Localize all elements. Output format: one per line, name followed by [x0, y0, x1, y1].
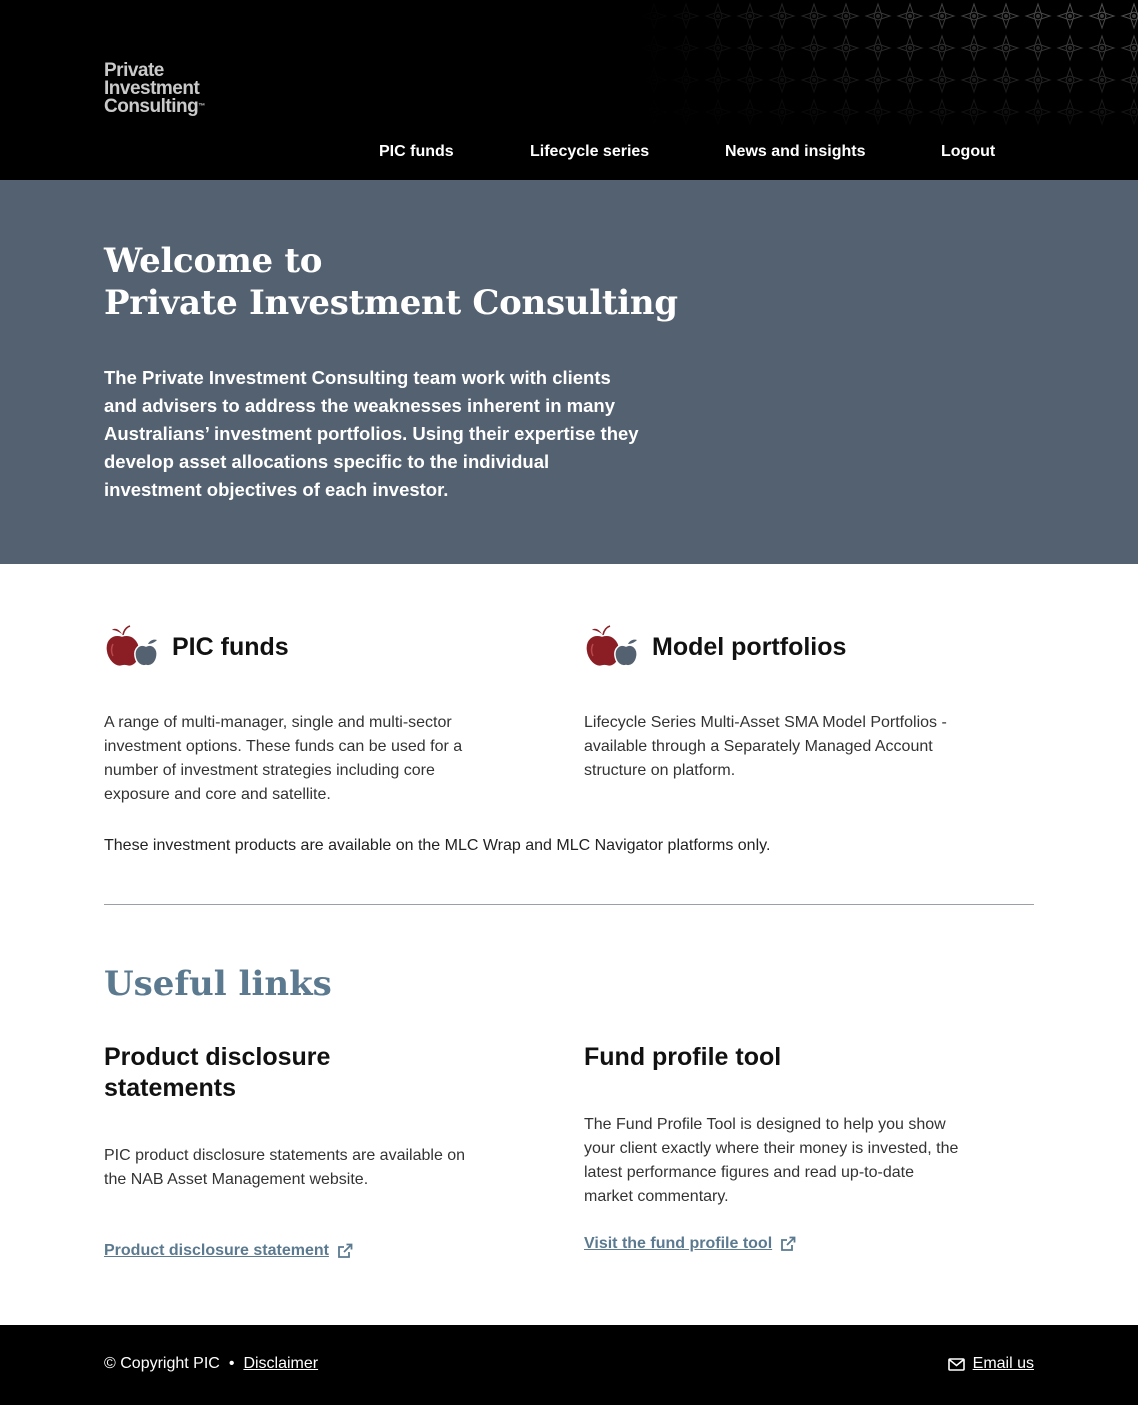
copyright-text: © Copyright PIC: [104, 1355, 220, 1372]
hero-title: Welcome to Private Investment Consulting: [104, 240, 678, 324]
email-us-link[interactable]: Email us: [973, 1355, 1034, 1373]
fund-profile-link-label: Visit the fund profile tool: [584, 1235, 773, 1252]
fund-profile-link[interactable]: Visit the fund profile tool: [584, 1235, 797, 1253]
hero-banner: Welcome to Private Investment Consulting…: [0, 180, 1138, 564]
pds-link-label: Product disclosure statement: [104, 1242, 329, 1259]
pds-text: PIC product disclosure statements are av…: [104, 1147, 466, 1188]
main-nav: PIC funds Lifecycle series News and insi…: [0, 143, 1138, 165]
hero-description: The Private Investment Consulting team w…: [104, 367, 639, 500]
nav-lifecycle-series[interactable]: Lifecycle series: [530, 143, 649, 161]
external-link-icon: [781, 1236, 796, 1251]
nav-pic-funds[interactable]: PIC funds: [379, 143, 454, 161]
site-header: Private Investment Consulting™ PIC funds…: [0, 0, 1138, 180]
section-divider: [104, 904, 1034, 905]
pds-link[interactable]: Product disclosure statement: [104, 1242, 354, 1260]
card-pic-funds-title: PIC funds: [104, 624, 289, 670]
nav-news-and-insights[interactable]: News and insights: [725, 143, 865, 161]
hero-title-line-2: Private Investment Consulting: [104, 283, 678, 323]
header-pattern: [638, 0, 1138, 130]
main-content: PIC funds A range of multi-manager, sing…: [0, 564, 1138, 1325]
envelope-icon: [947, 1357, 965, 1371]
apples-icon: [105, 625, 158, 668]
platform-note: These investment products are available …: [104, 837, 771, 854]
logo[interactable]: Private Investment Consulting™: [104, 61, 206, 117]
footer-left: © Copyright PIC • Disclaimer: [104, 1355, 318, 1373]
card-model-portfolios-title: Model portfolios: [584, 624, 846, 670]
footer-separator: •: [228, 1355, 235, 1372]
useful-links-title: Useful links: [104, 964, 332, 1004]
card-model-portfolios-heading: Model portfolios: [652, 632, 847, 661]
nav-logout[interactable]: Logout: [941, 143, 995, 161]
card-model-portfolios-text: Lifecycle Series Multi-Asset SMA Model P…: [584, 714, 947, 779]
fund-profile-title: Fund profile tool: [584, 1043, 782, 1071]
disclaimer-link[interactable]: Disclaimer: [243, 1355, 318, 1373]
pds-title: Product disclosure statements: [104, 1043, 331, 1102]
logo-line-3: Consulting™: [104, 96, 206, 117]
card-pic-funds-text: A range of multi-manager, single and mul…: [104, 714, 463, 803]
apples-icon: [585, 625, 638, 668]
site-footer: © Copyright PIC • Disclaimer Email us: [0, 1325, 1138, 1405]
email-us[interactable]: Email us: [947, 1355, 1034, 1373]
hero-title-line-1: Welcome to: [104, 241, 323, 281]
external-link-icon: [338, 1243, 353, 1258]
card-pic-funds-heading: PIC funds: [172, 632, 289, 661]
fund-profile-text: The Fund Profile Tool is designed to hel…: [584, 1116, 959, 1205]
